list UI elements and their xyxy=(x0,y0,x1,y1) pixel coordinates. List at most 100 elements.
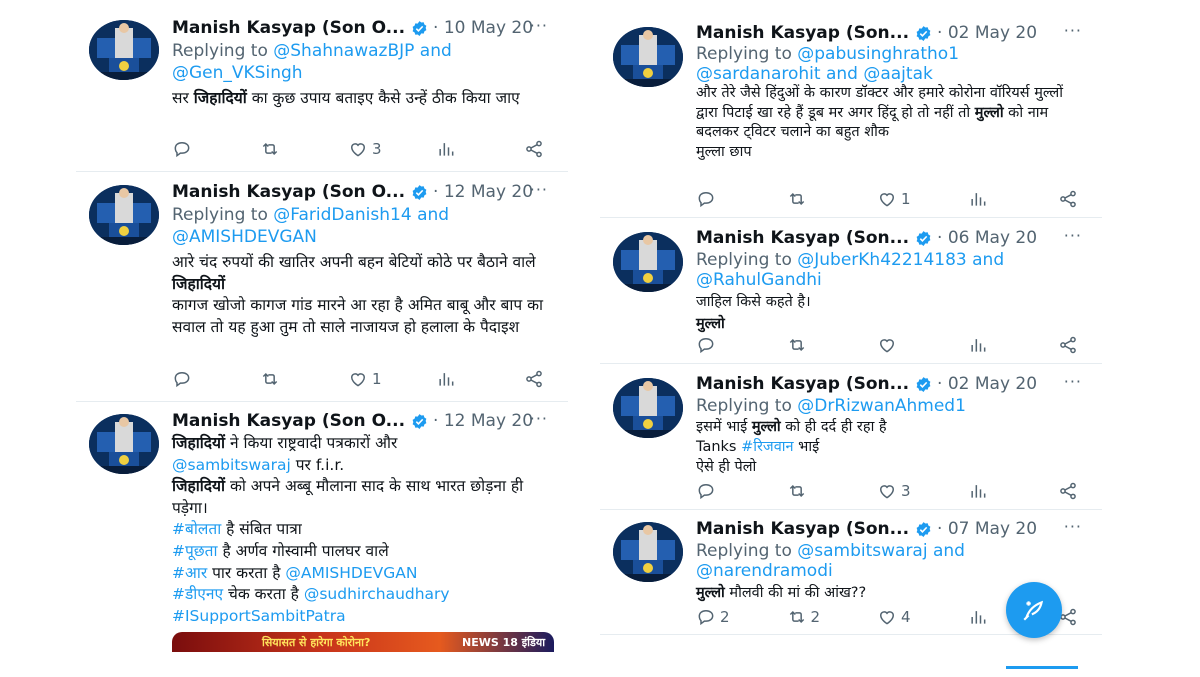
mention-and[interactable]: and xyxy=(417,205,449,225)
tweet-date[interactable]: · 02 May 20 xyxy=(937,374,1037,394)
like-button[interactable] xyxy=(877,335,947,355)
like-button[interactable]: 1 xyxy=(877,189,947,209)
more-icon[interactable]: ··· xyxy=(1064,517,1082,536)
share-button[interactable] xyxy=(1058,481,1082,501)
mention-link[interactable]: @aajtak xyxy=(863,64,933,84)
reply-button[interactable] xyxy=(172,139,242,159)
mention-link[interactable]: @narendramodi xyxy=(696,561,833,581)
tweet[interactable]: Manish Kasyap (Son O... · 12 May 20 ··· … xyxy=(76,172,568,402)
tweet[interactable]: Manish Kasyap (Son... · 02 May 20 ··· Re… xyxy=(600,0,1102,218)
hashtag-link[interactable]: #रिजवान xyxy=(741,439,793,455)
author-name[interactable]: Manish Kasyap (Son O... xyxy=(172,182,405,202)
tweet-date[interactable]: · 07 May 20 xyxy=(937,519,1037,539)
replying-to-label: Replying to xyxy=(696,541,792,561)
views-button[interactable] xyxy=(968,189,1038,209)
avatar[interactable] xyxy=(89,414,159,474)
mention-link[interactable]: @sambitswaraj xyxy=(797,541,927,561)
mention-link[interactable]: @ShahnawazBJP xyxy=(273,41,414,61)
hashtag-link[interactable]: #ISupportSambitPatra xyxy=(172,607,346,625)
mention-link[interactable]: @AMISHDEVGAN xyxy=(285,564,417,582)
views-button[interactable] xyxy=(968,335,1038,355)
reply-button[interactable] xyxy=(696,189,766,209)
mention-link[interactable]: @pabusinghratho1 xyxy=(797,44,959,64)
hashtag-link[interactable]: #बोलता xyxy=(172,520,221,538)
share-button[interactable] xyxy=(524,369,548,389)
tweet-date[interactable]: · 12 May 20 xyxy=(433,182,533,202)
tweet[interactable]: Manish Kasyap (Son O... · 12 May 20 ··· … xyxy=(76,402,568,677)
mention-link[interactable]: @RahulGandhi xyxy=(696,270,822,290)
avatar[interactable] xyxy=(613,378,683,438)
retweet-button[interactable] xyxy=(260,369,330,389)
tweet-actions: 1 xyxy=(696,188,1082,210)
mention-link[interactable]: @DrRizwanAhmed1 xyxy=(797,396,966,416)
reply-button[interactable]: 2 xyxy=(696,607,766,627)
tweet[interactable]: Manish Kasyap (Son... · 02 May 20 ··· Re… xyxy=(600,364,1102,510)
tweet-date[interactable]: · 06 May 20 xyxy=(937,228,1037,248)
mention-and[interactable]: and xyxy=(933,541,965,561)
tweet[interactable]: Manish Kasyap (Son O... · 10 May 20 ··· … xyxy=(76,0,568,172)
avatar[interactable] xyxy=(89,20,159,80)
more-icon[interactable]: ··· xyxy=(530,409,548,428)
more-icon[interactable]: ··· xyxy=(1064,21,1082,40)
hashtag-link[interactable]: #डीएनए xyxy=(172,585,223,603)
mention-and[interactable]: and xyxy=(972,250,1004,270)
mention-and[interactable]: and xyxy=(826,64,858,84)
compose-tweet-button[interactable] xyxy=(1006,582,1062,638)
like-button[interactable]: 4 xyxy=(877,607,947,627)
mention-link[interactable]: @FaridDanish14 xyxy=(273,205,411,225)
retweet-button[interactable] xyxy=(787,335,857,355)
views-button[interactable] xyxy=(968,481,1038,501)
views-button[interactable] xyxy=(436,139,506,159)
retweet-icon xyxy=(787,607,807,627)
tweet-date[interactable]: · 10 May 20 xyxy=(433,18,533,38)
reply-button[interactable] xyxy=(696,335,766,355)
retweet-icon xyxy=(260,139,280,159)
mention-link[interactable]: @AMISHDEVGAN xyxy=(172,227,317,247)
share-icon xyxy=(1058,481,1078,501)
like-button[interactable]: 1 xyxy=(348,369,418,389)
like-count: 1 xyxy=(901,190,911,208)
share-button[interactable] xyxy=(1058,189,1082,209)
mention-link[interactable]: @sudhirchaudhary xyxy=(304,585,450,603)
tweet-date[interactable]: · 02 May 20 xyxy=(937,23,1037,43)
avatar[interactable] xyxy=(89,185,159,245)
tweet-date[interactable]: · 12 May 20 xyxy=(433,411,533,431)
author-name[interactable]: Manish Kasyap (Son... xyxy=(696,519,909,539)
retweet-button[interactable] xyxy=(787,189,857,209)
share-button[interactable] xyxy=(524,139,548,159)
more-icon[interactable]: ··· xyxy=(1064,226,1082,245)
retweet-button[interactable] xyxy=(260,139,330,159)
like-button[interactable]: 3 xyxy=(877,481,947,501)
like-button[interactable]: 3 xyxy=(348,139,418,159)
more-icon[interactable]: ··· xyxy=(530,180,548,199)
tweet-media-image[interactable]: सियासत से हारेगा कोरोना? NEWS 18 इंडिया xyxy=(172,632,554,652)
mention-and[interactable]: and xyxy=(420,41,452,61)
retweet-button[interactable]: 2 xyxy=(787,607,857,627)
avatar[interactable] xyxy=(613,232,683,292)
share-button[interactable] xyxy=(1058,335,1082,355)
views-button[interactable] xyxy=(436,369,506,389)
mention-link[interactable]: @Gen_VKSingh xyxy=(172,63,303,83)
hashtag-link[interactable]: #आर xyxy=(172,564,207,582)
author-name[interactable]: Manish Kasyap (Son... xyxy=(696,374,909,394)
mention-link[interactable]: @sambitswaraj xyxy=(172,456,291,474)
tweet-text: और तेरे जैसे हिंदुओं के कारण डॉक्टर और ह… xyxy=(696,85,1064,160)
reply-button[interactable] xyxy=(696,481,766,501)
reply-button[interactable] xyxy=(172,369,242,389)
author-name[interactable]: Manish Kasyap (Son... xyxy=(696,23,909,43)
avatar[interactable] xyxy=(613,27,683,87)
reply-count: 2 xyxy=(720,608,730,626)
tweet[interactable]: Manish Kasyap (Son... · 06 May 20 ··· Re… xyxy=(600,218,1102,364)
author-name[interactable]: Manish Kasyap (Son O... xyxy=(172,411,405,431)
author-name[interactable]: Manish Kasyap (Son O... xyxy=(172,18,405,38)
mention-link[interactable]: @JuberKh42214183 xyxy=(797,250,966,270)
compose-tweet-icon xyxy=(1023,600,1044,621)
more-icon[interactable]: ··· xyxy=(1064,372,1082,391)
author-name[interactable]: Manish Kasyap (Son... xyxy=(696,228,909,248)
hashtag-link[interactable]: #पूछता xyxy=(172,542,218,560)
tweet-header: Manish Kasyap (Son... · 02 May 20 xyxy=(696,21,1094,45)
mention-link[interactable]: @sardanarohit xyxy=(696,64,821,84)
more-icon[interactable]: ··· xyxy=(530,16,548,35)
retweet-button[interactable] xyxy=(787,481,857,501)
avatar[interactable] xyxy=(613,522,683,582)
